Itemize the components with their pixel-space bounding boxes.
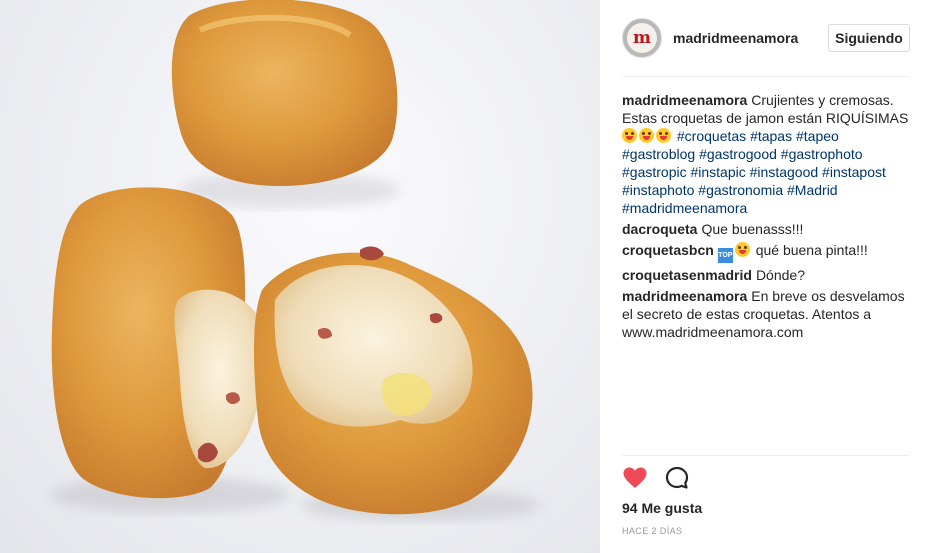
header-username[interactable]: madridmeenamora [673, 30, 798, 47]
hashtag[interactable]: #instaphoto [622, 182, 694, 198]
hashtag[interactable]: #Madrid [787, 182, 838, 198]
header-divider [622, 76, 910, 77]
comment-item: croquetasbcn TOP qué buena pinta!!! [622, 241, 914, 263]
hashtag[interactable]: #gastroblog [622, 146, 695, 162]
yum-emoji-icon [656, 128, 671, 143]
top-emoji-icon: TOP [717, 248, 733, 263]
caption: madridmeenamora Crujientes y cremosas. Es… [622, 91, 914, 217]
hashtag[interactable]: #instagood [750, 164, 819, 180]
yum-emoji-icon [622, 128, 637, 143]
caption-username[interactable]: madridmeenamora [622, 92, 747, 108]
hashtag[interactable]: #instapost [822, 164, 886, 180]
comment-username[interactable]: croquetasenmadrid [622, 267, 752, 283]
comment-text: Dónde? [755, 267, 805, 283]
comment-item: croquetasenmadrid Dónde? [622, 266, 914, 284]
hashtag[interactable]: #gastronomia [698, 182, 783, 198]
comment-item: madridmeenamora En breve os desvelamos el… [622, 287, 914, 341]
comment-icon [665, 466, 689, 489]
yum-emoji-icon [639, 128, 654, 143]
comment-button[interactable] [664, 465, 690, 491]
like-button[interactable] [622, 465, 648, 491]
post-timestamp: HACE 2 DÍAS [622, 526, 683, 536]
hashtag[interactable]: #gastrophoto [781, 146, 863, 162]
comment-username[interactable]: madridmeenamora [622, 288, 747, 304]
hashtag[interactable]: #gastropic [622, 164, 687, 180]
hashtag[interactable]: #tapas [750, 128, 792, 144]
avatar-logo: m [627, 23, 657, 53]
hashtag[interactable]: #gastrogood [699, 146, 777, 162]
heart-icon [623, 467, 647, 488]
likes-count[interactable]: 94 Me gusta [622, 500, 702, 516]
yum-emoji-icon [734, 242, 750, 257]
action-bar [622, 465, 690, 493]
comment-item: dacroqueta Que buenasss!!! [622, 220, 914, 238]
post-header: m madridmeenamora Siguiendo [600, 0, 932, 77]
post-photo [0, 0, 600, 553]
footer-divider [622, 455, 910, 456]
comment-username[interactable]: croquetasbcn [622, 242, 714, 258]
hashtag[interactable]: #instapic [690, 164, 745, 180]
croquetas-image [50, 0, 540, 521]
following-button[interactable]: Siguiendo [828, 24, 910, 52]
hashtag[interactable]: #tapeo [796, 128, 839, 144]
comments-list: madridmeenamora Crujientes y cremosas. Es… [622, 91, 914, 344]
hashtag[interactable]: #croquetas [677, 128, 746, 144]
comment-text: Que buenasss!!! [701, 221, 804, 237]
comment-username[interactable]: dacroqueta [622, 221, 697, 237]
post-side-panel: m madridmeenamora Siguiendo madridmeenam… [600, 0, 932, 553]
comment-text: qué buena pinta!!! [755, 242, 868, 258]
avatar[interactable]: m [622, 18, 662, 58]
hashtag[interactable]: #madridmeenamora [622, 200, 747, 216]
